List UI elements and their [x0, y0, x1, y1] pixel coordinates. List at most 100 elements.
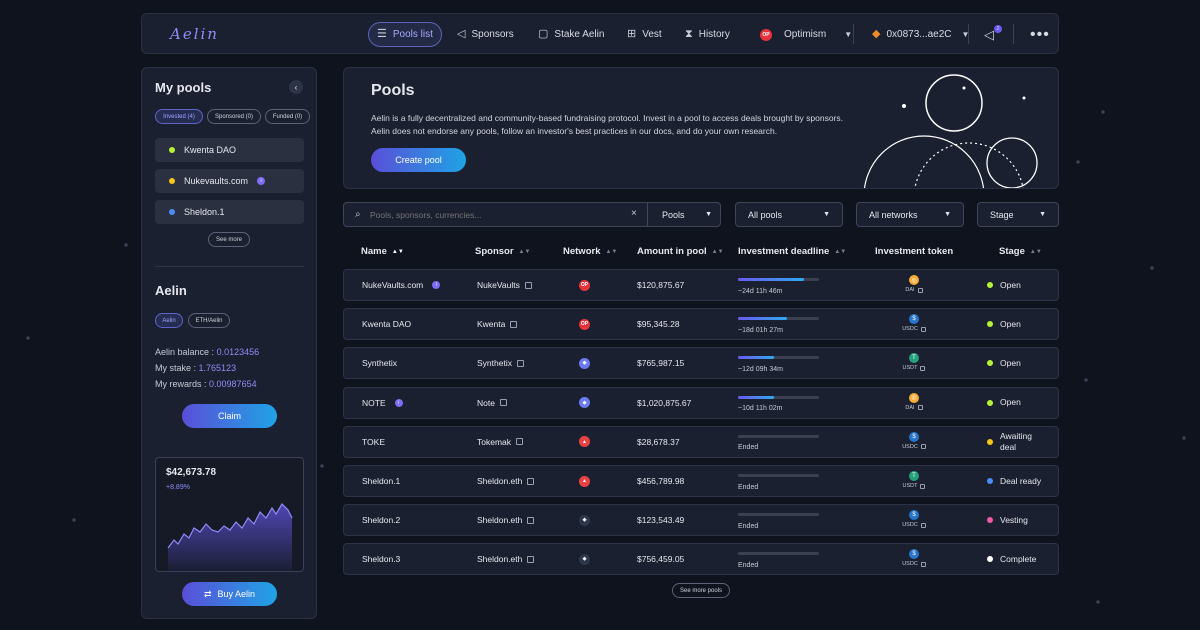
nav-pools-list[interactable]: ☰ Pools list [368, 22, 442, 47]
sponsor-name: Kwenta [477, 319, 506, 330]
stage-filter-select[interactable]: Stage ▼ [977, 202, 1059, 227]
table-row[interactable]: Sheldon.1 Sheldon.eth ▲ $456,789.98 Ende… [343, 465, 1059, 497]
token-cell: T USDT [902, 353, 926, 371]
nav-stake-aelin[interactable]: ▢ Stake Aelin [530, 22, 612, 47]
stage-dot [987, 478, 993, 484]
aelin-stats: Aelin balance : 0.0123456 My stake : 1.7… [155, 344, 259, 392]
search-input[interactable] [370, 207, 620, 223]
pool-name: Kwenta DAO [184, 145, 237, 155]
sponsor-name: NukeVaults [477, 280, 520, 290]
more-menu-button[interactable]: ••• [1022, 22, 1058, 47]
external-link-icon [524, 281, 532, 289]
external-link-icon [917, 287, 923, 293]
nav-label: Sponsors [471, 29, 514, 40]
see-more-button[interactable]: See more [208, 232, 250, 247]
wallet-button[interactable]: ◆ 0x0873...ae2C ▼ [864, 22, 977, 47]
see-more-pools-button[interactable]: See more pools [672, 583, 730, 598]
sponsor-cell[interactable]: NukeVaults [477, 270, 532, 300]
sponsor-cell[interactable]: Note [477, 388, 507, 418]
pools-filter-select[interactable]: All pools ▼ [735, 202, 843, 227]
table-row[interactable]: Synthetix Synthetix ◆ $765,987.15 ~12d 0… [343, 347, 1059, 380]
table-row[interactable]: NOTE i Note ◆ $1,020,875.67 ~10d 11h 02m… [343, 386, 1059, 419]
table-row[interactable]: Sheldon.2 Sheldon.eth ◈ $123,543.49 Ende… [343, 504, 1059, 537]
external-link-icon [527, 477, 535, 485]
filter-funded[interactable]: Funded (0) [265, 109, 310, 124]
sponsor-cell[interactable]: Kwenta [477, 309, 518, 339]
clear-search-icon[interactable]: × [631, 208, 637, 219]
hero-description: Aelin is a fully decentralized and commu… [371, 113, 844, 136]
create-pool-button[interactable]: Create pool [371, 148, 466, 172]
tab-eth-aelin[interactable]: ETH/Aelin [188, 313, 230, 328]
network-selector[interactable]: OP Optimism ▼ [752, 22, 860, 47]
table-row[interactable]: TOKE Tokemak ▲ $28,678.37 Ended $ USDC A… [343, 425, 1059, 458]
token-cell: $ USDC [902, 549, 926, 567]
collapse-sidebar-button[interactable]: ‹ [289, 80, 303, 94]
header-stage[interactable]: Stage ▲▼ [999, 246, 1042, 257]
chevron-down-icon: ▼ [844, 29, 853, 39]
avalanche-icon: ▲ [579, 436, 590, 448]
usdt-icon: T [909, 353, 919, 364]
rewards-label: My rewards : [155, 379, 207, 389]
nav-vest[interactable]: ⊞ Vest [619, 22, 670, 47]
my-pool-item[interactable]: Kwenta DAO [155, 138, 304, 162]
token-symbol: USDC [902, 522, 918, 529]
external-link-icon [527, 516, 535, 524]
table-row[interactable]: Sheldon.3 Sheldon.eth ◈ $756,459.05 Ende… [343, 543, 1059, 576]
buy-aelin-button[interactable]: ⇄ Buy Aelin [182, 582, 277, 606]
sponsor-cell[interactable]: Tokemak [477, 427, 524, 457]
amount-value: $756,459.05 [637, 554, 685, 565]
network-cell: ◆ [579, 348, 590, 378]
token-symbol: DAI [905, 287, 915, 293]
nav-history[interactable]: ⧗ History [677, 22, 738, 47]
amount-value: $765,987.15 [637, 358, 685, 369]
nav-sponsors[interactable]: ◁ Sponsors [449, 22, 522, 47]
header-amount[interactable]: Amount in pool ▲▼ [637, 246, 724, 257]
table-row[interactable]: Kwenta DAO Kwenta OP $95,345.28 ~18d 01h… [343, 308, 1059, 341]
external-link-icon [920, 522, 926, 528]
header-sponsor[interactable]: Sponsor ▲▼ [475, 246, 530, 257]
deadline-cell: ~24d 11h 46m [738, 276, 782, 306]
sponsor-cell[interactable]: Sheldon.eth [477, 466, 535, 496]
sidebar: My pools ‹ Invested (4) Sponsored (0) Fu… [141, 67, 317, 619]
aelin-logo[interactable]: Aelin [170, 25, 219, 43]
table-row[interactable]: NukeVaults.com i NukeVaults OP $120,875.… [343, 269, 1059, 301]
networks-filter-select[interactable]: All networks ▼ [856, 202, 964, 227]
select-label: All networks [869, 209, 918, 220]
amount-cell: $95,345.28 [637, 309, 680, 339]
amount-value: $123,543.49 [637, 515, 685, 526]
amount-value: $28,678.37 [637, 436, 680, 447]
header-label: Network [563, 246, 601, 257]
network-cell: OP [579, 270, 590, 300]
sponsor-name: Synthetix [477, 358, 512, 369]
token-cell: $ USDC [902, 510, 926, 528]
token-cell: $ USDC [902, 431, 926, 450]
pool-name: Kwenta DAO [362, 319, 412, 330]
nav-label: History [698, 29, 730, 40]
header-name[interactable]: Name ▲▼ [361, 246, 404, 257]
sponsor-cell[interactable]: Synthetix [477, 348, 524, 378]
tab-aelin[interactable]: Aelin [155, 313, 183, 328]
token-symbol: USDT [902, 365, 918, 372]
swap-icon: ⇄ [203, 588, 212, 599]
stage-label: Vesting [1000, 514, 1028, 525]
search-scope-select[interactable]: Pools ▼ [647, 202, 722, 227]
header-deadline[interactable]: Investment deadline ▲▼ [738, 246, 846, 257]
external-link-icon [516, 359, 524, 367]
amount-cell: $28,678.37 [637, 427, 680, 457]
hourglass-icon: ⧗ [685, 28, 693, 40]
stage-dot [987, 399, 993, 406]
sidebar-title: My pools [155, 80, 212, 95]
header-network[interactable]: Network ▲▼ [563, 246, 617, 257]
header-label: Stage [999, 246, 1025, 257]
my-pool-item[interactable]: Sheldon.1 [155, 200, 304, 224]
notifications-button[interactable]: ◁ 2 [976, 22, 1002, 47]
filter-invested[interactable]: Invested (4) [155, 109, 203, 124]
claim-button[interactable]: Claim [182, 404, 277, 428]
my-pool-item[interactable]: Nukevaults.com i [155, 169, 304, 193]
amount-value: $120,875.67 [637, 280, 685, 290]
sponsor-cell[interactable]: Sheldon.eth [477, 544, 535, 574]
sponsor-cell[interactable]: Sheldon.eth [477, 505, 535, 535]
filter-sponsored[interactable]: Sponsored (0) [207, 109, 261, 124]
stage-cell: Deal ready [987, 466, 1057, 496]
deadline-value: ~12d 09h 34m [738, 365, 783, 373]
